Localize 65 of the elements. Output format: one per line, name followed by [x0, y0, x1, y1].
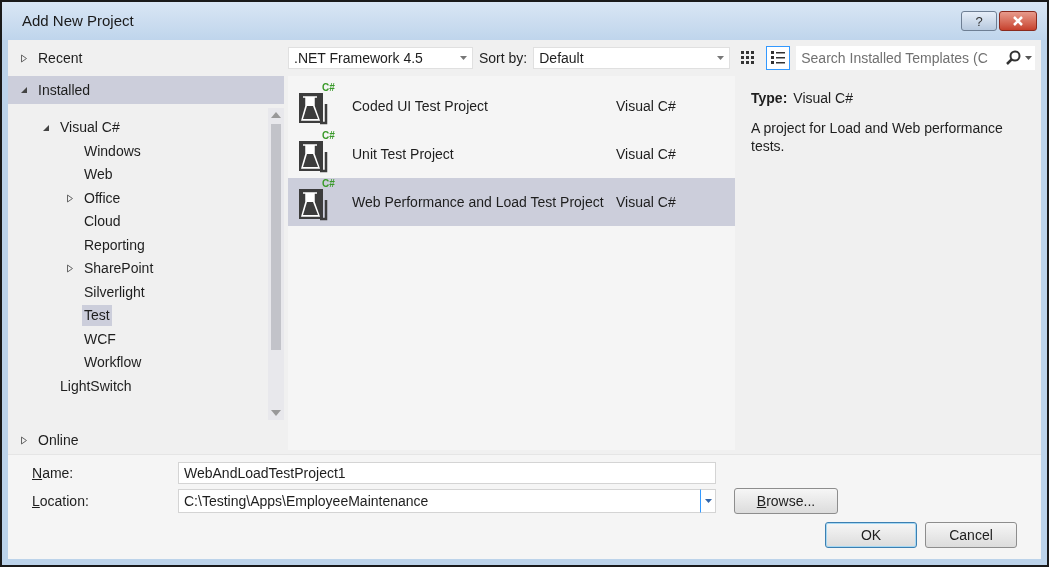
- template-description: A project for Load and Web performance tests.: [751, 119, 1004, 155]
- dropdown-caret-icon: [460, 56, 467, 60]
- scrollbar[interactable]: [268, 108, 284, 420]
- search-icon: [1005, 50, 1021, 66]
- tree-item[interactable]: Cloud: [82, 211, 123, 233]
- scrollbar-thumb[interactable]: [271, 124, 281, 350]
- close-button[interactable]: [999, 11, 1037, 31]
- dialog-button[interactable]: Cancel: [925, 522, 1017, 548]
- tree-item[interactable]: WCF: [82, 328, 118, 350]
- sidebar-section[interactable]: Online: [8, 426, 284, 454]
- expanded-arrow-icon[interactable]: [42, 123, 50, 132]
- location-label: Location:: [32, 491, 90, 511]
- sort-dropdown[interactable]: Default: [533, 47, 731, 69]
- collapsed-arrow-icon[interactable]: [20, 53, 28, 63]
- template-name: Unit Test Project: [352, 144, 455, 164]
- close-icon: [1012, 16, 1024, 26]
- dropdown-caret-icon: [717, 56, 725, 60]
- location-field[interactable]: C:\Testing\Apps\EmployeeMaintenance: [178, 489, 700, 513]
- template-language: Visual C#: [616, 96, 676, 116]
- collapsed-arrow-icon[interactable]: [66, 193, 74, 203]
- dropdown-caret-icon: [704, 499, 712, 503]
- help-button[interactable]: ?: [961, 11, 997, 31]
- sidebar-section[interactable]: Recent: [8, 44, 284, 72]
- section-label: Installed: [38, 80, 91, 100]
- framework-dropdown[interactable]: .NET Framework 4.5: [288, 47, 473, 69]
- dialog-button[interactable]: OK: [825, 522, 917, 548]
- grid-view-icon: [740, 50, 757, 66]
- template-name: Web Performance and Load Test Project: [352, 192, 605, 212]
- template-name: Coded UI Test Project: [352, 96, 489, 116]
- section-label: Recent: [38, 48, 83, 68]
- template-row[interactable]: C# Web Performance and Load Test Project Visual C#: [288, 178, 735, 226]
- template-language: Visual C#: [616, 144, 676, 164]
- section-label: Online: [38, 430, 79, 450]
- list-view-icon: [770, 50, 787, 66]
- template-row[interactable]: C# Coded UI Test Project Visual C#: [288, 82, 735, 130]
- view-button[interactable]: [766, 46, 791, 70]
- dropdown-caret-icon: [1025, 56, 1032, 60]
- type-label: Type:: [751, 89, 788, 108]
- tree-item[interactable]: Workflow: [82, 352, 144, 374]
- template-row[interactable]: C# Unit Test Project Visual C#: [288, 130, 735, 178]
- sort-label: Sort by:: [479, 48, 528, 68]
- tree-item[interactable]: Office: [82, 187, 123, 209]
- tree-item[interactable]: Visual C#: [58, 117, 122, 139]
- tree-item[interactable]: SharePoint: [82, 258, 156, 280]
- tree-item[interactable]: Silverlight: [82, 281, 147, 303]
- collapsed-arrow-icon[interactable]: [66, 264, 74, 274]
- language-label: C#: [322, 131, 335, 141]
- language-label: C#: [322, 83, 335, 93]
- search-field[interactable]: Search Installed Templates (C: [796, 46, 1035, 70]
- language-label: C#: [322, 179, 335, 189]
- tree-item[interactable]: Test: [82, 305, 112, 327]
- window-title: Add New Project: [22, 10, 134, 31]
- dropdown-button[interactable]: [700, 489, 716, 513]
- expanded-arrow-icon[interactable]: [20, 86, 28, 94]
- sidebar-section[interactable]: Installed: [8, 76, 284, 104]
- type-value: Visual C#: [793, 89, 853, 108]
- name-field[interactable]: WebAndLoadTestProject1: [178, 462, 716, 484]
- browse-button[interactable]: Browse...: [734, 488, 838, 514]
- collapsed-arrow-icon[interactable]: [20, 435, 28, 445]
- name-label: Name:: [32, 463, 75, 483]
- tree-item[interactable]: Web: [82, 164, 115, 186]
- tree-item[interactable]: Reporting: [82, 234, 147, 256]
- tree-item[interactable]: Windows: [82, 140, 143, 162]
- template-language: Visual C#: [616, 192, 676, 212]
- tree-item[interactable]: LightSwitch: [58, 375, 134, 397]
